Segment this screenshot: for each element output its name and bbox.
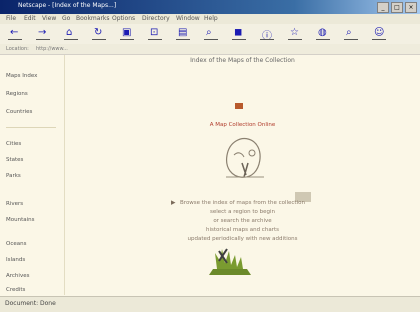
title-bar: Netscape - [Index of the Maps...] _ □ × bbox=[0, 0, 420, 14]
sidebar-item-credits[interactable]: Credits bbox=[6, 287, 25, 293]
toolbar-button-reload[interactable]: ↻ bbox=[92, 27, 106, 41]
toolbar-button-back[interactable]: ← bbox=[8, 27, 22, 41]
toolbar: ← → ⌂ ↻ ▣ ⊡ ▤ ⌕ ◼ ⓘ ☆ ◍ ⌕ ☺ bbox=[0, 24, 420, 45]
toolbar-button-stop[interactable]: ◼ bbox=[232, 27, 246, 41]
people-icon: ☺ bbox=[374, 27, 385, 38]
caption-line: updated periodically with new additions bbox=[187, 236, 298, 242]
window-controls: _ □ × bbox=[377, 2, 417, 13]
home-icon: ⌂ bbox=[66, 27, 73, 38]
menu-bar: File Edit View Go Bookmarks Options Dire… bbox=[0, 14, 420, 24]
globe-icon: ◍ bbox=[318, 27, 327, 38]
star-icon: ☆ bbox=[290, 27, 299, 38]
menu-help[interactable]: Help bbox=[204, 15, 218, 22]
browser-window: Netscape - [Index of the Maps...] _ □ × … bbox=[0, 0, 420, 312]
address-label: Location: bbox=[6, 46, 29, 52]
menu-file[interactable]: File bbox=[6, 15, 16, 22]
stop-icon: ◼ bbox=[234, 27, 243, 38]
sidebar-item-islands[interactable]: Islands bbox=[6, 257, 25, 263]
sidebar-item-cities[interactable]: Cities bbox=[6, 141, 21, 147]
find-icon: ⌕ bbox=[206, 27, 212, 38]
caption-line: historical maps and charts bbox=[206, 227, 279, 233]
image-icon: ▣ bbox=[122, 27, 132, 38]
sidebar-item-countries[interactable]: Countries bbox=[6, 109, 32, 115]
caption-line: or search the archive bbox=[213, 218, 272, 224]
toolbar-button-images[interactable]: ▣ bbox=[120, 27, 134, 41]
toolbar-button-open[interactable]: ⊡ bbox=[148, 27, 162, 41]
emblem-icon bbox=[235, 103, 243, 109]
toolbar-button-whats-new[interactable]: ⓘ bbox=[260, 27, 274, 42]
caption-line: Browse the index of maps from the collec… bbox=[180, 200, 305, 206]
menu-window[interactable]: Window bbox=[176, 15, 200, 22]
main-content: Index of the Maps of the Collection A Ma… bbox=[65, 55, 420, 295]
print-icon: ▤ bbox=[178, 27, 188, 38]
status-bar: Document: Done bbox=[0, 296, 420, 312]
sidebar-item-regions[interactable]: Regions bbox=[6, 91, 28, 97]
toolbar-button-people[interactable]: ☺ bbox=[372, 27, 386, 41]
search-icon: ⌕ bbox=[346, 27, 352, 38]
caption-line: select a region to begin bbox=[209, 209, 275, 215]
toolbar-button-net-search[interactable]: ⌕ bbox=[344, 27, 358, 41]
toolbar-button-home[interactable]: ⌂ bbox=[64, 27, 78, 41]
sidebar-item-maps-index[interactable]: Maps Index bbox=[6, 73, 37, 79]
reload-icon: ↻ bbox=[94, 27, 103, 38]
sidebar-item-parks[interactable]: Parks bbox=[6, 173, 21, 179]
page-title: Index of the Maps of the Collection bbox=[190, 57, 295, 64]
status-text: Document: Done bbox=[5, 300, 56, 307]
sidebar-item-states[interactable]: States bbox=[6, 157, 23, 163]
sketch-illustration bbox=[226, 137, 264, 178]
sidebar-item-rivers[interactable]: Rivers bbox=[6, 201, 23, 207]
menu-go[interactable]: Go bbox=[62, 15, 70, 22]
menu-options[interactable]: Options bbox=[112, 15, 135, 22]
sidebar-item-oceans[interactable]: Oceans bbox=[6, 241, 26, 247]
sidebar-item-archives[interactable]: Archives bbox=[6, 273, 29, 279]
arrow-forward-icon: → bbox=[38, 27, 47, 38]
address-bar: Location: http://www... bbox=[0, 44, 420, 55]
sidebar-frame: Maps Index Regions Countries Cities Stat… bbox=[0, 55, 65, 295]
subtitle-text: A Map Collection Online bbox=[209, 122, 276, 128]
toolbar-button-whats-cool[interactable]: ☆ bbox=[288, 27, 302, 41]
toolbar-button-print[interactable]: ▤ bbox=[176, 27, 190, 41]
toolbar-button-find[interactable]: ⌕ bbox=[204, 27, 218, 41]
menu-directory[interactable]: Directory bbox=[142, 15, 170, 22]
maximize-button[interactable]: □ bbox=[391, 2, 403, 13]
address-input[interactable]: http://www... bbox=[36, 46, 68, 52]
toolbar-button-destinations[interactable]: ◍ bbox=[316, 27, 330, 41]
close-button[interactable]: × bbox=[405, 2, 417, 13]
plant-illustration bbox=[209, 248, 251, 275]
menu-edit[interactable]: Edit bbox=[24, 15, 36, 22]
minimize-button[interactable]: _ bbox=[377, 2, 389, 13]
menu-bookmarks[interactable]: Bookmarks bbox=[76, 15, 110, 22]
sidebar-divider bbox=[6, 127, 56, 128]
window-title: Netscape - [Index of the Maps...] bbox=[18, 2, 117, 9]
toolbar-button-forward[interactable]: → bbox=[36, 27, 50, 41]
sidebar-item-mountains[interactable]: Mountains bbox=[6, 217, 35, 223]
menu-view[interactable]: View bbox=[42, 15, 56, 22]
open-icon: ⊡ bbox=[150, 27, 159, 38]
arrow-back-icon: ← bbox=[10, 27, 19, 38]
